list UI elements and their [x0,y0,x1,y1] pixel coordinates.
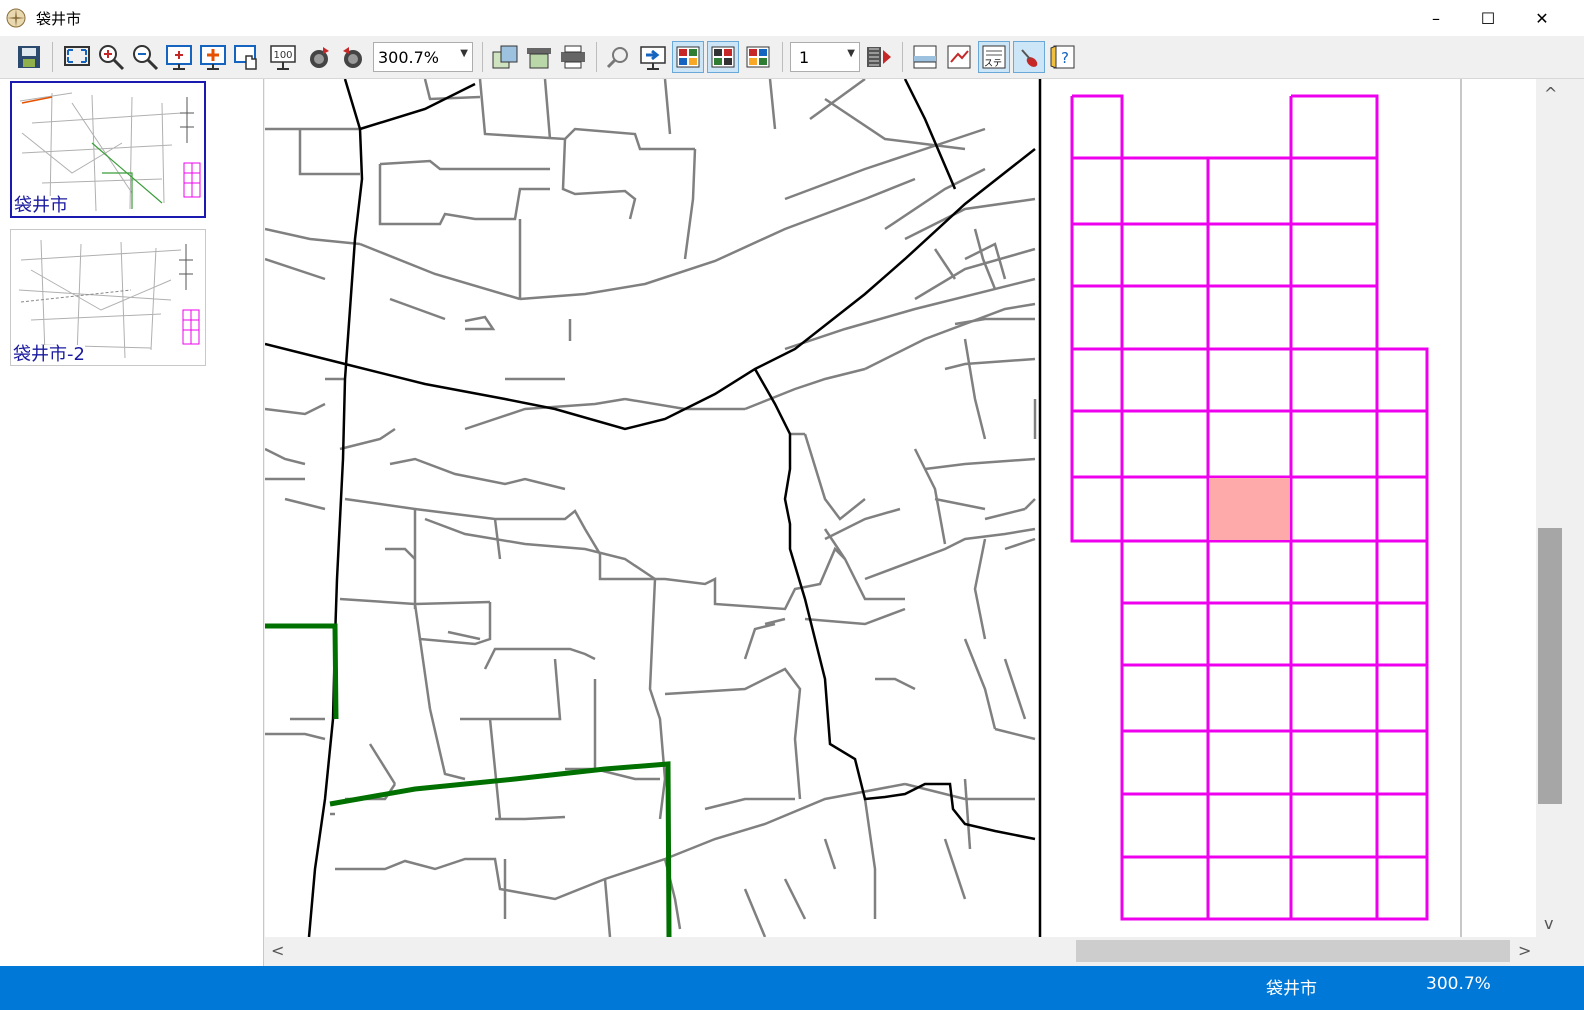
map-drawing [265,79,1462,937]
print-preview-icon[interactable] [524,42,554,72]
zoom-in-icon[interactable] [96,42,126,72]
map-canvas[interactable] [265,79,1536,937]
chevron-down-icon: ▼ [847,48,855,59]
toolbar-separator [782,42,783,72]
help-icon[interactable]: ? [1048,42,1078,72]
vertical-scrollbar[interactable] [1536,79,1568,937]
window-title: 袋井市 [36,10,82,28]
vertical-scroll-thumb[interactable] [1538,528,1562,804]
chevron-down-icon: ▼ [460,48,468,59]
minimize-button[interactable]: – [1408,0,1464,36]
history-back-icon[interactable] [338,42,368,72]
thumbnail-page-2[interactable]: 袋井市-2 [10,229,206,366]
map-settings-icon[interactable] [944,42,974,72]
status-map-name: 袋井市 [1266,979,1317,999]
horizontal-scroll-thumb[interactable] [1076,940,1510,962]
svg-text:?: ? [1061,49,1069,67]
save-icon[interactable] [14,42,44,72]
scroll-corner [1536,937,1568,966]
status-bar: 袋井市 300.7% [0,966,1584,1010]
hand-select-icon[interactable] [232,42,262,72]
toolbar: 100 300.7% ▼ 1 ▼ ステ ? [0,36,1584,79]
thumbnail-pane: 袋井市 袋井市-2 [0,79,264,976]
scroll-up-arrow[interactable]: ^ [1544,84,1557,103]
current-sheet-highlight [1209,478,1290,540]
thumbnail-label: 袋井市-2 [13,344,85,365]
zoom-100-icon[interactable]: 100 [268,42,298,72]
zoom-select[interactable]: 300.7% ▼ [373,42,473,72]
goto-icon[interactable] [638,42,668,72]
title-bar: 袋井市 – ☐ ✕ [0,0,1584,36]
close-button[interactable]: ✕ [1514,0,1570,36]
scroll-down-arrow[interactable]: v [1544,914,1553,933]
copy-map-icon[interactable] [490,42,520,72]
page-select[interactable]: 1 ▼ [790,42,860,72]
scroll-left-arrow[interactable]: < [271,941,284,960]
page-select-value: 1 [799,48,810,67]
toolbar-separator [902,42,903,72]
layout-grid-icon[interactable] [707,41,739,73]
layout-single-icon[interactable] [672,41,704,73]
toolbar-separator [596,42,597,72]
fit-window-icon[interactable] [62,42,92,72]
zoom-out-icon[interactable] [130,42,160,72]
scroll-right-arrow[interactable]: > [1518,941,1531,960]
play-pages-icon[interactable] [864,42,894,72]
zoom-center-icon[interactable] [164,42,194,72]
split-view-icon[interactable] [910,42,940,72]
print-icon[interactable] [558,42,588,72]
app-compass-icon[interactable] [6,8,26,28]
layout-list-icon[interactable] [743,42,773,72]
thumbnail-page-1[interactable]: 袋井市 [10,81,206,218]
stage-label: ステ [984,59,1003,69]
minor-roads [265,79,1037,937]
pan-icon[interactable] [198,42,228,72]
history-forward-icon[interactable] [304,42,334,72]
marker-icon[interactable] [1013,41,1045,73]
search-location-icon[interactable] [604,42,634,72]
zoom-select-value: 300.7% [378,48,440,67]
toolbar-separator [482,42,483,72]
maximize-button[interactable]: ☐ [1460,0,1516,36]
stage-button[interactable]: ステ [978,41,1010,73]
status-zoom: 300.7% [1426,974,1491,994]
thumbnail-label: 袋井市 [14,195,68,216]
toolbar-separator [52,42,53,72]
svg-text:100: 100 [273,50,292,61]
